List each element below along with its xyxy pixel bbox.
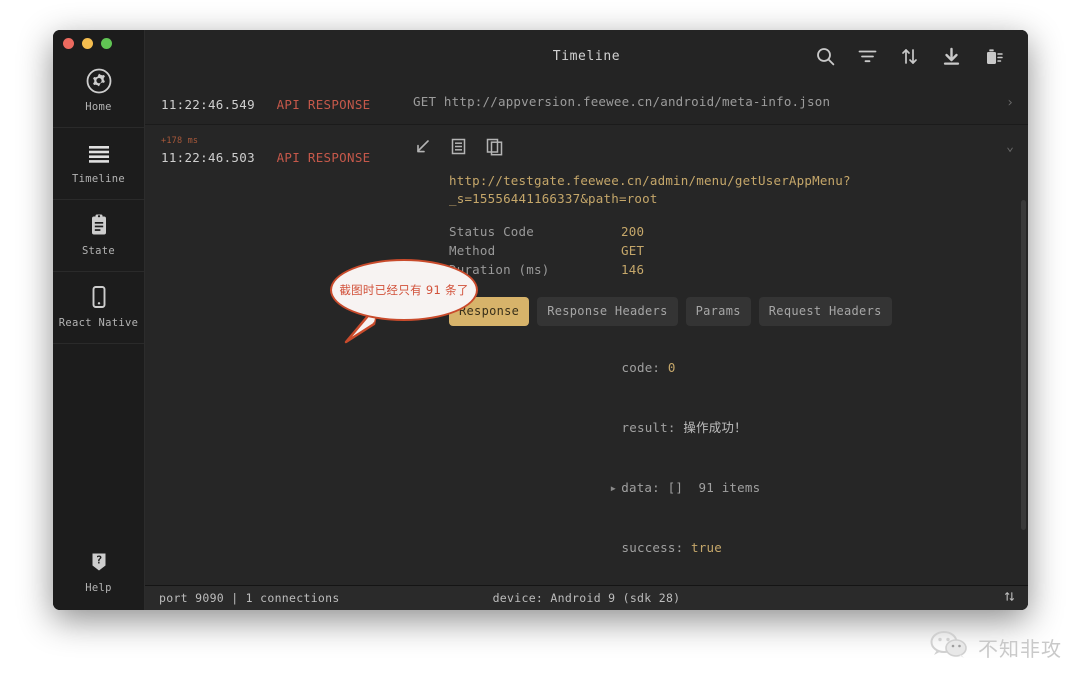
- json-line: code: 0: [467, 338, 994, 398]
- sidebar-item-label: React Native: [58, 317, 139, 329]
- detail-tabs: Response Response Headers Params Request…: [449, 297, 994, 326]
- help-question-icon: ?: [86, 549, 112, 575]
- download-icon[interactable]: [941, 46, 962, 67]
- watermark: 不知非攻: [930, 630, 1062, 664]
- sidebar-item-timeline[interactable]: Timeline: [53, 128, 144, 200]
- row-action-icons: [413, 136, 994, 156]
- titlebar: Timeline: [145, 30, 1028, 82]
- sidebar-item-state[interactable]: State: [53, 200, 144, 272]
- table-row[interactable]: 11:22:46.549 API RESPONSE GET http://app…: [145, 82, 1028, 125]
- react-native-phone-icon: [86, 284, 112, 310]
- sidebar-item-label: Timeline: [72, 173, 125, 185]
- chevron-right-icon[interactable]: ›: [1006, 96, 1014, 111]
- vertical-scrollbar[interactable]: [1021, 200, 1026, 530]
- sidebar: Home Timeline State React Native ? Help: [53, 30, 145, 610]
- callout-bubble: 截图时已经只有 91 条了: [330, 259, 478, 321]
- json-key: success:: [621, 540, 684, 555]
- sidebar-item-help[interactable]: ? Help: [53, 537, 144, 610]
- sidebar-item-react-native[interactable]: React Native: [53, 272, 144, 344]
- tab-params[interactable]: Params: [685, 297, 751, 326]
- api-detail-panel: http://testgate.feewee.cn/admin/menu/get…: [413, 156, 994, 578]
- sidebar-item-home[interactable]: Home: [53, 56, 144, 128]
- sidebar-item-label: State: [81, 245, 116, 257]
- row-timestamp: 11:22:46.549: [161, 97, 255, 112]
- sort-updown-icon[interactable]: [1003, 590, 1016, 606]
- sidebar-item-label: Help: [85, 582, 112, 594]
- document-lines-icon[interactable]: [449, 137, 468, 156]
- timeline-log-list[interactable]: 11:22:46.549 API RESPONSE GET http://app…: [145, 82, 1028, 585]
- row-time-column: +178 ms 11:22:46.503 API RESPONSE: [145, 136, 413, 578]
- json-line[interactable]: ▸ data: [] 91 items: [467, 458, 994, 518]
- wechat-icon: [930, 630, 970, 664]
- detail-field: Status Code 200: [449, 222, 994, 241]
- field-label: Duration (ms): [449, 262, 550, 277]
- detail-field: Duration (ms) 146: [449, 260, 994, 279]
- json-line: result: 操作成功！: [467, 398, 994, 458]
- state-clipboard-icon: [86, 212, 112, 238]
- row-request-line: GET http://appversion.feewee.cn/android/…: [413, 94, 831, 109]
- titlebar-actions: [815, 46, 1004, 67]
- json-value: true: [683, 540, 722, 555]
- row-body: GET http://appversion.feewee.cn/android/…: [413, 93, 1028, 113]
- copy-icon[interactable]: [485, 137, 504, 156]
- json-key: code:: [621, 360, 661, 375]
- window-body: Home Timeline State React Native ? Help …: [53, 30, 1028, 610]
- status-bar: port 9090 | 1 connections device: Androi…: [145, 585, 1028, 610]
- callout-text: 截图时已经只有 91 条了: [339, 283, 469, 297]
- table-row[interactable]: +178 ms 11:22:46.503 API RESPONSE http:/…: [145, 125, 1028, 585]
- sort-icon[interactable]: [899, 46, 920, 67]
- trash-icon[interactable]: [983, 46, 1004, 67]
- main-panel: Timeline 11:22:46.549 API RESPONSE GET h…: [145, 30, 1028, 610]
- json-value: [] 91 items: [659, 480, 761, 495]
- field-value: GET: [621, 243, 645, 258]
- svg-text:?: ?: [95, 554, 102, 567]
- chevron-down-icon[interactable]: ⌄: [1006, 140, 1014, 155]
- traffic-lights: [53, 30, 144, 56]
- field-label: Method: [449, 243, 496, 258]
- sidebar-item-label: Home: [85, 101, 112, 113]
- filter-icon[interactable]: [857, 46, 878, 67]
- replay-arrow-icon[interactable]: [413, 137, 432, 156]
- reactotron-window: Home Timeline State React Native ? Help …: [53, 30, 1028, 610]
- row-delta: +178 ms: [161, 136, 199, 146]
- response-json-tree: code: 0 result: 操作成功！ ▸ data: [] 91 items: [449, 338, 994, 578]
- row-time-column: 11:22:46.549 API RESPONSE: [145, 93, 413, 113]
- search-icon[interactable]: [815, 46, 836, 67]
- json-value: 0: [660, 360, 676, 375]
- json-key: result:: [621, 420, 676, 435]
- watermark-text: 不知非攻: [978, 636, 1062, 661]
- status-connections: port 9090 | 1 connections: [159, 591, 340, 605]
- json-line: success: true: [467, 518, 994, 578]
- screenshot-root: Home Timeline State React Native ? Help …: [0, 0, 1080, 674]
- timeline-lines-icon: [86, 140, 112, 166]
- json-value: 操作成功！: [675, 420, 747, 435]
- field-label: Status Code: [449, 224, 534, 239]
- detail-url: http://testgate.feewee.cn/admin/menu/get…: [449, 173, 851, 206]
- minimize-button[interactable]: [82, 37, 93, 49]
- expand-triangle-icon[interactable]: ▸: [610, 480, 618, 495]
- field-value: 146: [621, 262, 645, 277]
- tab-request-headers[interactable]: Request Headers: [758, 297, 892, 326]
- row-type-badge: API RESPONSE: [276, 150, 371, 165]
- json-key: data:: [621, 480, 660, 495]
- detail-field: Method GET: [449, 241, 994, 260]
- field-value: 200: [621, 224, 645, 239]
- row-type-badge: API RESPONSE: [276, 97, 371, 112]
- row-timestamp: 11:22:46.503: [161, 150, 255, 165]
- zoom-button[interactable]: [101, 37, 112, 49]
- close-button[interactable]: [63, 37, 74, 49]
- tab-response-headers[interactable]: Response Headers: [537, 297, 678, 326]
- home-gear-icon: [86, 68, 112, 94]
- row-body: http://testgate.feewee.cn/admin/menu/get…: [413, 136, 1028, 578]
